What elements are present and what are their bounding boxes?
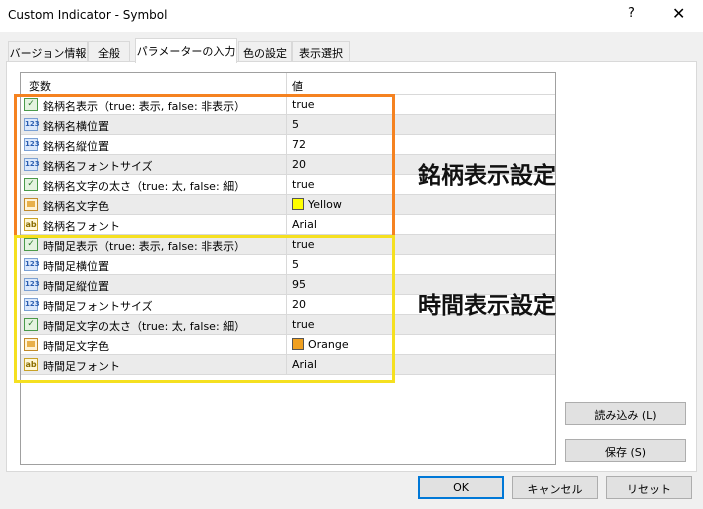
load-button[interactable]: 読み込み (L)	[565, 402, 686, 425]
save-button[interactable]: 保存 (S)	[565, 439, 686, 462]
tab-colors[interactable]: 色の設定	[238, 41, 292, 62]
timeframe-settings-annotation: 時間表示設定	[418, 293, 556, 319]
variable-column-header[interactable]: 変数	[29, 78, 51, 94]
tab-strip: バージョン情報 全般 パラメーターの入力 色の設定 表示選択	[0, 38, 703, 63]
tab-general[interactable]: 全般	[88, 41, 130, 62]
timeframe-settings-highlight	[14, 235, 395, 383]
tab-visualization[interactable]: 表示選択	[292, 41, 350, 62]
window-title: Custom Indicator - Symbol	[8, 8, 168, 22]
column-divider[interactable]	[286, 73, 287, 95]
value-column-header[interactable]: 値	[292, 78, 303, 94]
symbol-settings-highlight	[14, 94, 395, 238]
tab-version-info[interactable]: バージョン情報	[8, 41, 88, 62]
title-bar: Custom Indicator - Symbol ? ✕	[0, 0, 703, 32]
grid-header: 変数 値	[21, 73, 555, 95]
symbol-settings-annotation: 銘柄表示設定	[418, 163, 556, 189]
reset-button[interactable]: リセット	[606, 476, 692, 499]
cancel-button[interactable]: キャンセル	[512, 476, 598, 499]
tab-parameters[interactable]: パラメーターの入力	[135, 38, 237, 63]
close-button[interactable]: ✕	[672, 4, 685, 23]
help-button[interactable]: ?	[628, 6, 635, 21]
ok-button[interactable]: OK	[418, 476, 504, 499]
